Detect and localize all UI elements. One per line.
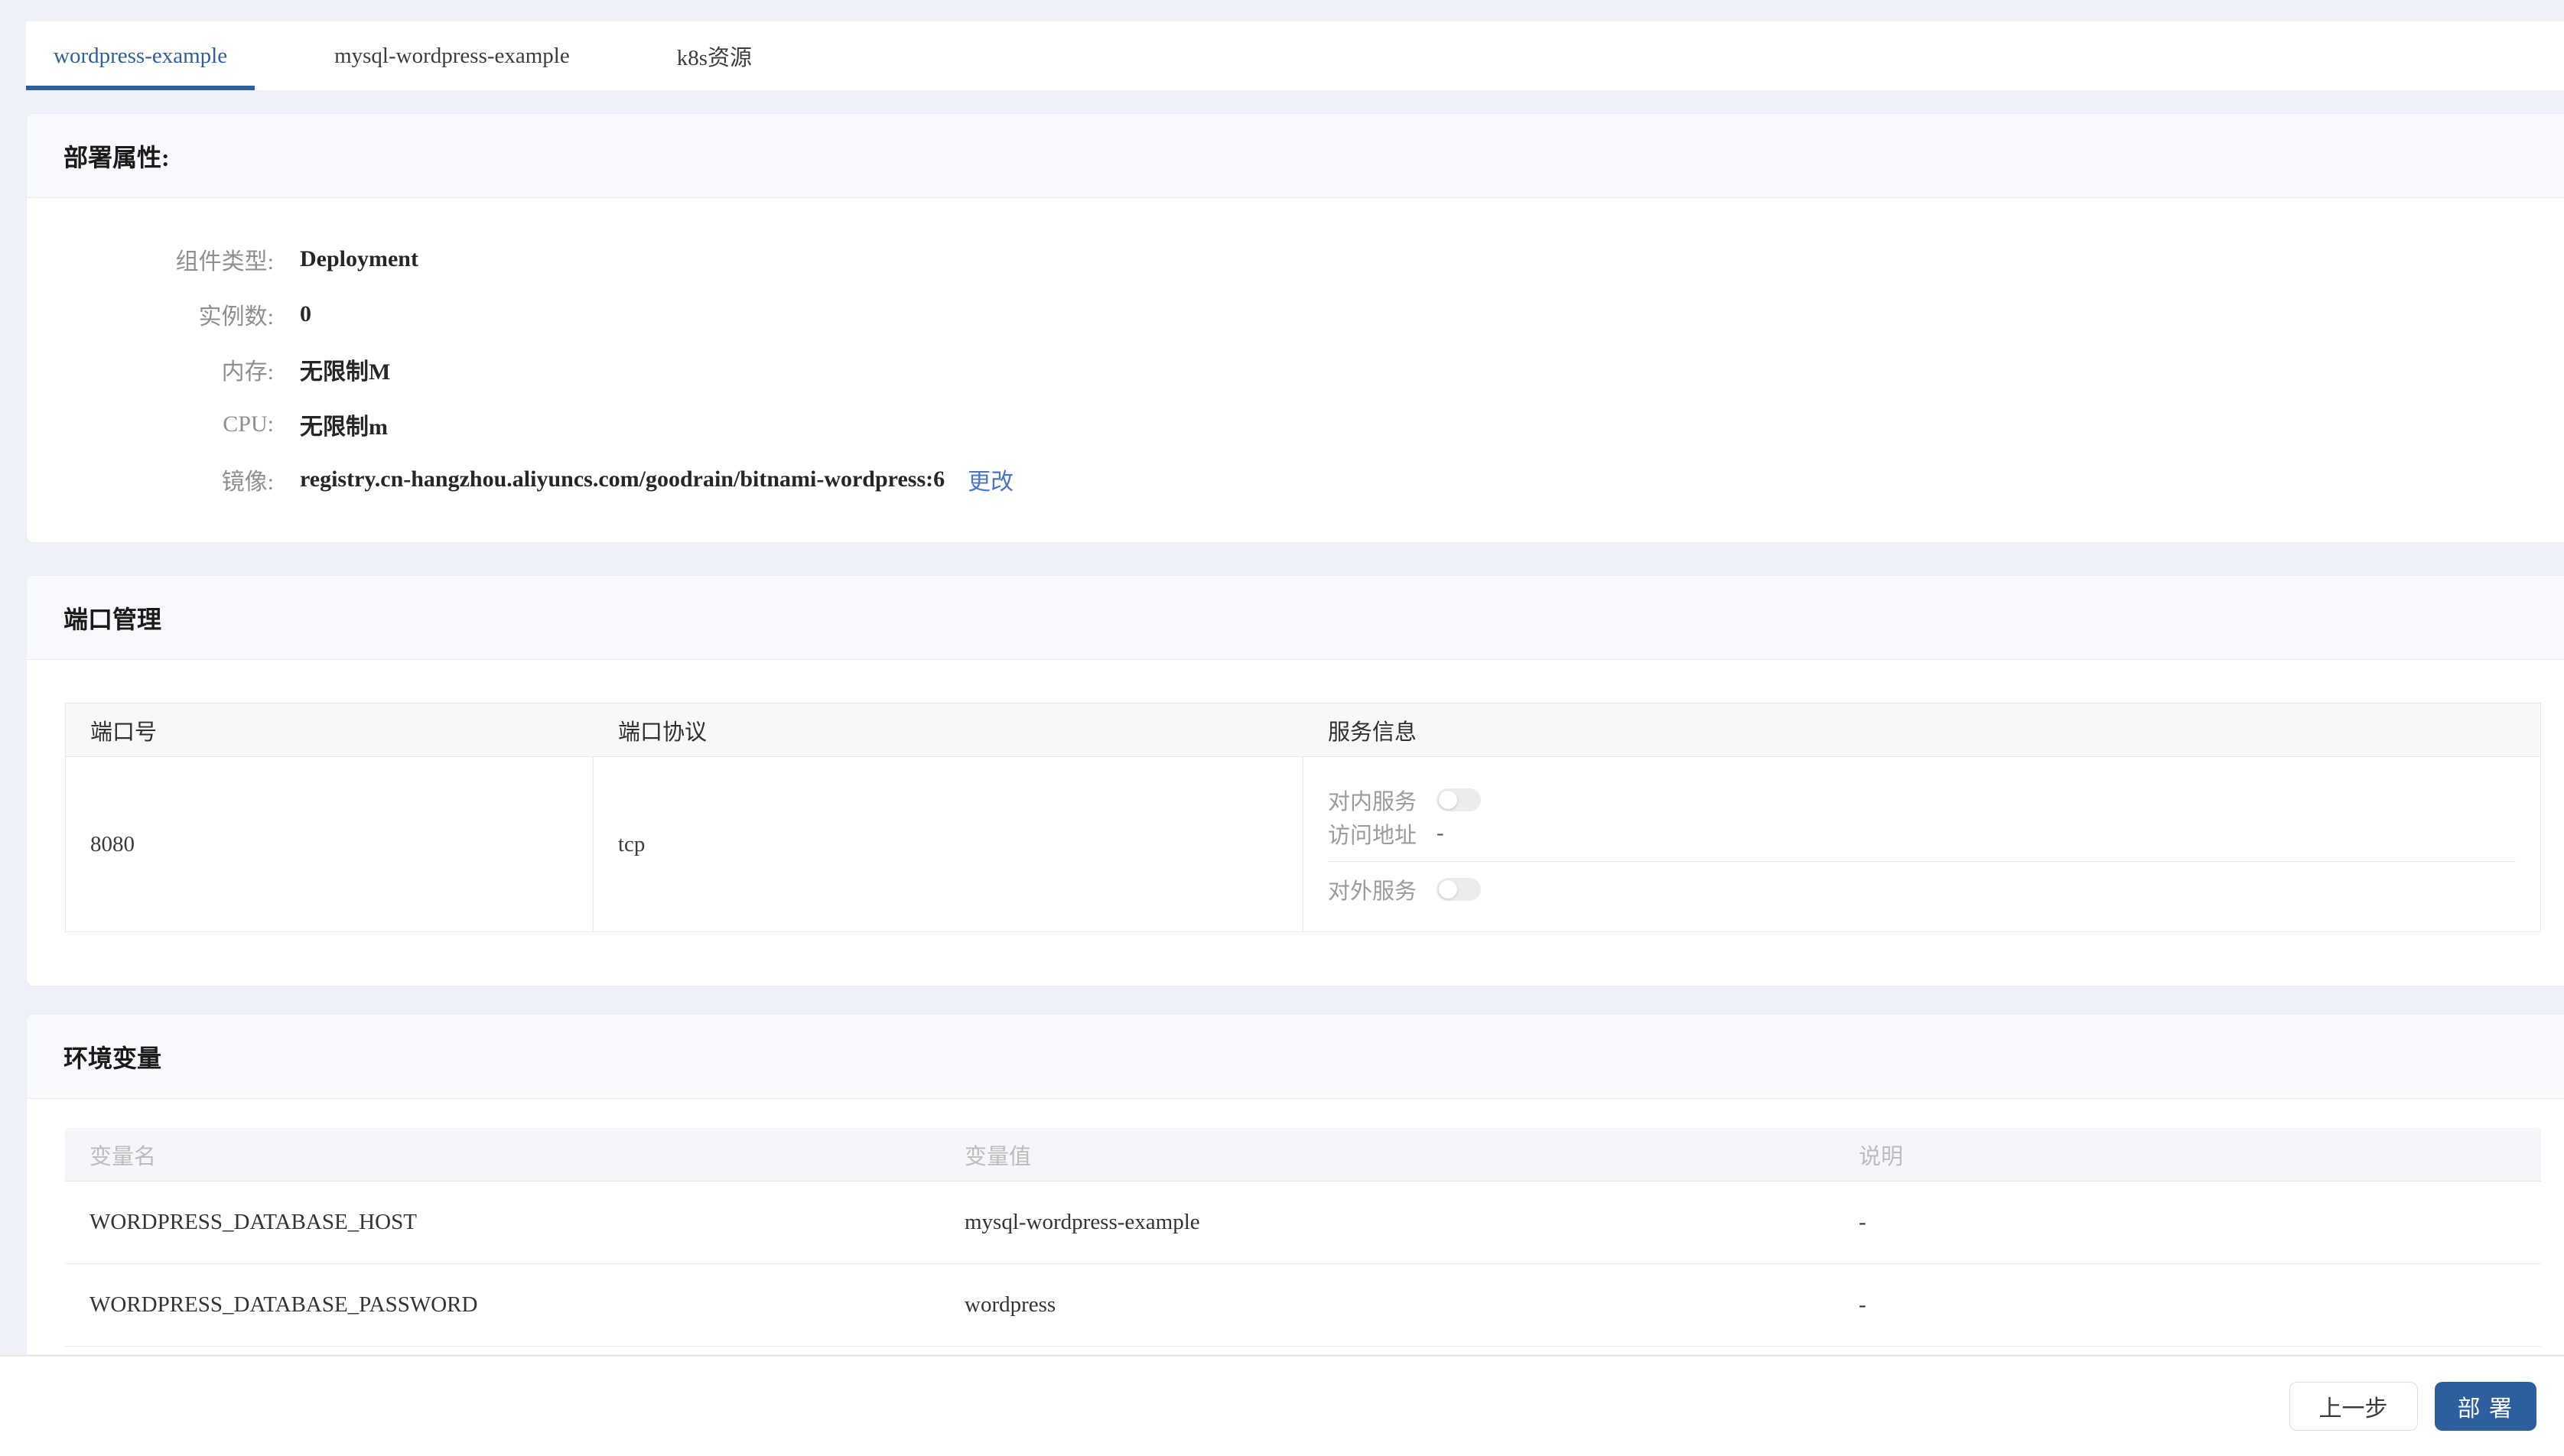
env-var-note: - [1859,1210,1866,1234]
port-number-cell: 8080 [66,757,594,931]
action-footer: 上一步 部 署 [0,1355,2564,1456]
field-label: 实例数: [198,304,274,330]
field-value: 0 [300,301,311,327]
field-label: 组件类型: [175,249,274,275]
port-management-card: 端口管理 端口号 端口协议 服务信息 8080 tcp 对内服务 访问地址 - [26,575,2564,986]
env-vars-body: 变量名 变量值 说明 WORDPRESS_DATABASE_HOST mysql… [27,1099,2564,1347]
external-service-toggle[interactable] [1437,877,1481,901]
field-label: 内存: [221,359,274,385]
col-header-port: 端口号 [90,720,158,745]
change-image-link[interactable]: 更改 [968,463,1014,496]
env-var-row: WORDPRESS_DATABASE_HOST mysql-wordpress-… [65,1181,2541,1264]
field-value: 无限制M [300,359,391,385]
port-management-body: 端口号 端口协议 服务信息 8080 tcp 对内服务 访问地址 - 对外服务 [27,660,2564,986]
internal-service-label: 对内服务 [1328,789,1417,814]
env-var-row: WORDPRESS_DATABASE_PASSWORD wordpress - [65,1264,2541,1347]
external-service-label: 对外服务 [1328,879,1417,904]
access-address-row: 访问地址 - [1328,817,2516,850]
deploy-attrs-body: 组件类型: Deployment 实例数: 0 内存: 无限制M CPU: 无限… [27,198,2564,542]
access-address-value: - [1437,821,1444,845]
field-label: CPU: [223,411,274,437]
internal-service-row: 对内服务 [1328,783,2516,817]
external-service-row: 对外服务 [1328,873,2516,906]
field-component-type: 组件类型: Deployment [27,232,2564,287]
tab-k8s-resources[interactable]: k8s资源 [649,21,779,90]
field-value: Deployment [300,246,418,271]
env-var-value: mysql-wordpress-example [965,1210,1200,1234]
port-protocol-cell: tcp [594,757,1303,931]
field-cpu: CPU: 无限制m [27,397,2564,452]
previous-step-button[interactable]: 上一步 [2289,1382,2418,1431]
env-var-value: wordpress [965,1292,1056,1317]
tab-wordpress-example[interactable]: wordpress-example [26,21,255,90]
internal-service-toggle[interactable] [1437,788,1481,811]
service-info-cell: 对内服务 访问地址 - 对外服务 [1303,757,2540,931]
col-header-protocol: 端口协议 [618,720,708,745]
env-vars-card: 环境变量 变量名 变量值 说明 WORDPRESS_DATABASE_HOST … [26,1014,2564,1355]
env-vars-table: 变量名 变量值 说明 WORDPRESS_DATABASE_HOST mysql… [65,1128,2541,1347]
field-image: 镜像: registry.cn-hangzhou.aliyuncs.com/go… [27,452,2564,507]
col-header-var-name: 变量名 [89,1144,157,1169]
env-var-note: - [1859,1292,1866,1317]
deploy-button[interactable]: 部 署 [2434,1382,2536,1431]
col-header-note: 说明 [1859,1144,1904,1169]
tab-mysql-wordpress-example[interactable]: mysql-wordpress-example [307,21,597,90]
access-address-label: 访问地址 [1328,823,1417,848]
col-header-service-info: 服务信息 [1328,720,1417,745]
service-divider [1328,860,2516,862]
env-var-name: WORDPRESS_DATABASE_PASSWORD [89,1292,478,1317]
field-value: 无限制m [300,414,388,440]
deploy-attrs-title: 部署属性: [27,114,2564,198]
deploy-attrs-card: 部署属性: 组件类型: Deployment 实例数: 0 内存: 无限制M C… [26,113,2564,543]
env-vars-title: 环境变量 [27,1015,2564,1099]
field-memory: 内存: 无限制M [27,342,2564,397]
field-label: 镜像: [221,470,274,495]
col-header-var-value: 变量值 [965,1144,1032,1169]
field-instance-count: 实例数: 0 [27,287,2564,342]
ports-table-header: 端口号 端口协议 服务信息 [66,704,2540,757]
env-table-header: 变量名 变量值 说明 [65,1128,2541,1181]
component-tabs: wordpress-example mysql-wordpress-exampl… [26,21,2564,90]
port-management-title: 端口管理 [27,576,2564,660]
ports-table: 端口号 端口协议 服务信息 8080 tcp 对内服务 访问地址 - 对外服务 [65,703,2541,932]
field-value: registry.cn-hangzhou.aliyuncs.com/goodra… [300,466,945,492]
env-var-name: WORDPRESS_DATABASE_HOST [89,1210,417,1234]
port-table-row: 8080 tcp 对内服务 访问地址 - 对外服务 [66,757,2540,931]
